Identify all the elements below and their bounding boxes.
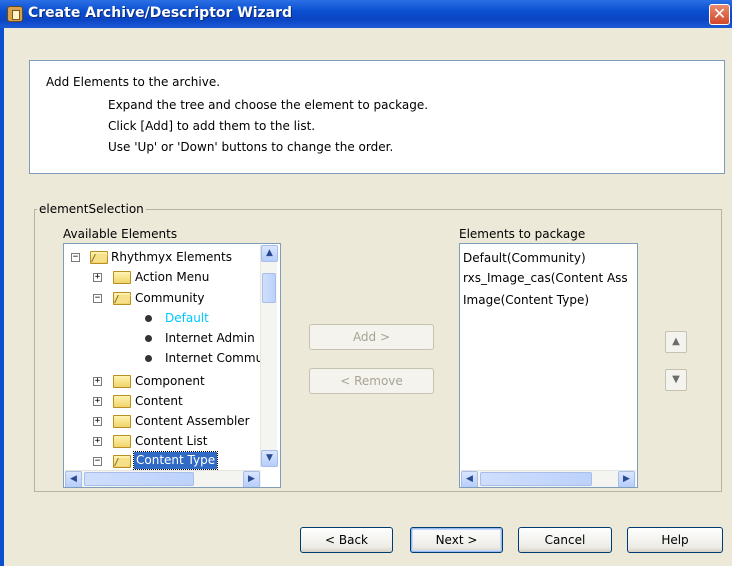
- list-item[interactable]: rxs_Image_cas(Content Ass: [463, 268, 637, 288]
- elements-to-package-list[interactable]: Default(Community) rxs_Image_cas(Content…: [459, 243, 638, 488]
- close-button[interactable]: ✕: [709, 4, 730, 25]
- expand-icon[interactable]: +: [93, 437, 102, 446]
- expand-icon[interactable]: +: [93, 273, 102, 282]
- tree-item-label: Internet Admin: [165, 331, 255, 345]
- leaf-bullet-icon: [145, 335, 152, 342]
- elements-to-package-label: Elements to package: [459, 227, 586, 241]
- scroll-thumb[interactable]: [262, 273, 276, 303]
- leaf-bullet-icon: [145, 355, 152, 362]
- tree-item[interactable]: − Community: [64, 288, 260, 308]
- move-up-icon[interactable]: ▲: [665, 331, 687, 353]
- tree-item-label: Community: [135, 291, 205, 305]
- add-button[interactable]: Add >: [309, 324, 434, 350]
- tree-item-label: Internet Commu: [165, 351, 264, 365]
- tree-item[interactable]: − Rhythmyx Elements: [64, 247, 260, 267]
- folder-icon: [113, 271, 131, 284]
- tree-horizontal-scrollbar[interactable]: ◀ ▶: [65, 470, 261, 487]
- scroll-up-icon[interactable]: ▲: [261, 245, 278, 262]
- scroll-right-icon[interactable]: ▶: [618, 471, 635, 487]
- tree-item-label: Action Menu: [135, 270, 210, 284]
- window-frame-left: [0, 28, 4, 566]
- instruction-line: Click [Add] to add them to the list.: [108, 119, 316, 133]
- collapse-icon[interactable]: −: [71, 253, 80, 262]
- window-title: Create Archive/Descriptor Wizard: [28, 5, 293, 21]
- list-item[interactable]: Image(Content Type): [463, 290, 637, 310]
- available-elements-label: Available Elements: [63, 227, 178, 241]
- element-selection-legend: elementSelection: [39, 202, 144, 216]
- cancel-button[interactable]: Cancel: [518, 527, 612, 553]
- next-button[interactable]: Next >: [410, 527, 503, 553]
- expand-icon[interactable]: +: [93, 377, 102, 386]
- list-horizontal-scrollbar[interactable]: ◀ ▶: [461, 470, 636, 487]
- scroll-right-icon[interactable]: ▶: [243, 471, 260, 487]
- remove-button[interactable]: < Remove: [309, 368, 434, 394]
- scroll-left-icon[interactable]: ◀: [65, 471, 82, 487]
- tree-item-label: Default: [165, 311, 209, 325]
- tree-item-content-type[interactable]: − Content Type: [64, 451, 260, 471]
- tree-item[interactable]: + Content Assembler: [64, 411, 260, 431]
- tree-vertical-scrollbar[interactable]: ▲ ▼: [260, 245, 278, 467]
- list-item[interactable]: Default(Community): [463, 248, 637, 268]
- instructions-heading: Add Elements to the archive.: [46, 75, 221, 89]
- help-button[interactable]: Help: [627, 527, 723, 553]
- tree-item[interactable]: + Action Menu: [64, 267, 260, 287]
- instructions-panel: Add Elements to the archive. Expand the …: [29, 60, 725, 174]
- tree-item[interactable]: Internet Admin: [64, 328, 260, 348]
- expand-icon[interactable]: +: [93, 397, 102, 406]
- folder-icon: [113, 395, 131, 408]
- tree-item-label: Rhythmyx Elements: [111, 250, 232, 264]
- folder-open-icon: [90, 251, 108, 264]
- collapse-icon[interactable]: −: [93, 457, 102, 466]
- tree-item-label: Content Assembler: [135, 414, 250, 428]
- tree-item[interactable]: + Component: [64, 371, 260, 391]
- folder-open-icon: [113, 292, 131, 305]
- tree-item-label: Component: [135, 374, 205, 388]
- instruction-line: Expand the tree and choose the element t…: [108, 98, 429, 112]
- folder-icon: [113, 435, 131, 448]
- folder-open-icon: [113, 455, 131, 468]
- title-bar: Create Archive/Descriptor Wizard ✕: [0, 0, 732, 28]
- scroll-left-icon[interactable]: ◀: [461, 471, 478, 487]
- back-button[interactable]: < Back: [300, 527, 393, 553]
- instruction-line: Use 'Up' or 'Down' buttons to change the…: [108, 140, 394, 154]
- tree-item[interactable]: + Content List: [64, 431, 260, 451]
- tree-item-label: Content Type: [132, 451, 219, 470]
- folder-icon: [113, 415, 131, 428]
- folder-icon: [113, 375, 131, 388]
- available-elements-tree[interactable]: − Rhythmyx Elements + Action Menu − Comm…: [63, 243, 281, 488]
- scroll-down-icon[interactable]: ▼: [261, 450, 278, 467]
- tree-item-default[interactable]: Default: [64, 308, 260, 328]
- tree-item[interactable]: Internet Commu: [64, 348, 264, 368]
- move-down-icon[interactable]: ▼: [665, 369, 687, 391]
- leaf-bullet-icon: [145, 315, 152, 322]
- tree-item-label: Content List: [135, 434, 208, 448]
- scroll-thumb[interactable]: [84, 472, 194, 486]
- expand-icon[interactable]: +: [93, 417, 102, 426]
- collapse-icon[interactable]: −: [93, 294, 102, 303]
- tree-item[interactable]: + Content: [64, 391, 260, 411]
- tree-item-label: Content: [135, 394, 183, 408]
- scroll-thumb[interactable]: [480, 472, 592, 486]
- wizard-app-icon: [7, 6, 23, 22]
